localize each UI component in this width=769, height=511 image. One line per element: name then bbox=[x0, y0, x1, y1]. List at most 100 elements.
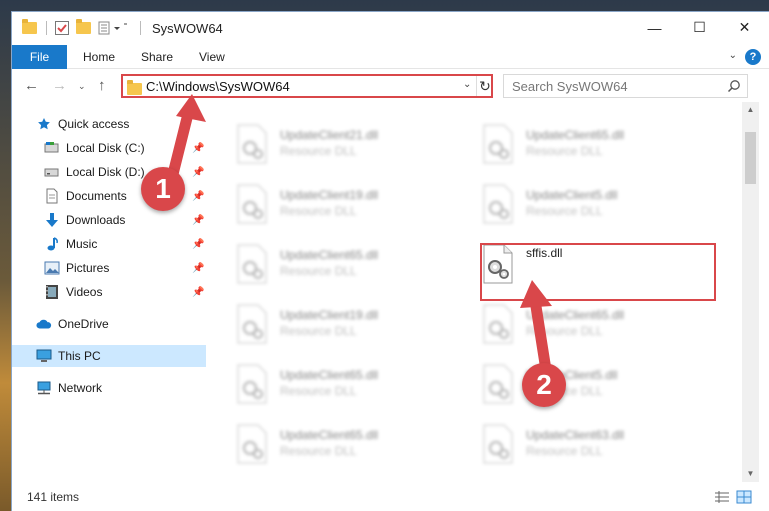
address-path[interactable]: C:\Windows\SysWOW64 bbox=[146, 79, 290, 94]
address-bar[interactable]: C:\Windows\SysWOW64 ⌄ ↻ bbox=[121, 74, 493, 98]
forward-arrow-icon[interactable]: → bbox=[52, 77, 67, 94]
expand-ribbon-icon[interactable]: ⌄ bbox=[729, 50, 737, 61]
pin-icon[interactable]: 📌 bbox=[192, 287, 204, 298]
sidebar-item-music[interactable]: Music 📌 bbox=[12, 233, 206, 255]
file-name: UpdateClient65.dll bbox=[280, 428, 379, 442]
item-count: 141 items bbox=[27, 490, 80, 504]
sidebar-item-label: Music bbox=[66, 237, 98, 251]
network-icon bbox=[36, 380, 52, 396]
pin-icon[interactable]: 📌 bbox=[192, 191, 204, 202]
sidebar-item-label: Videos bbox=[66, 285, 103, 299]
help-icon[interactable]: ? bbox=[745, 49, 761, 65]
dll-file-icon bbox=[483, 184, 513, 224]
up-arrow-icon[interactable]: ↑ bbox=[98, 77, 106, 94]
file-item[interactable]: UpdateClient63.dll Resource DLL bbox=[452, 412, 692, 468]
recent-locations-chevron-icon[interactable]: ⌄ bbox=[78, 81, 86, 92]
properties-icon[interactable] bbox=[54, 19, 70, 37]
search-input[interactable]: Search SysWOW64 bbox=[503, 74, 748, 98]
pin-icon[interactable]: 📌 bbox=[192, 263, 204, 274]
dll-file-icon bbox=[237, 244, 267, 284]
file-item[interactable]: UpdateClient5.dll Resource DLL bbox=[452, 172, 692, 228]
large-icons-view-icon[interactable] bbox=[736, 490, 752, 504]
file-type: Resource DLL bbox=[280, 144, 357, 158]
sidebar-item-pictures[interactable]: Pictures 📌 bbox=[12, 257, 206, 279]
pin-icon[interactable]: 📌 bbox=[192, 239, 204, 250]
file-name: UpdateClient19.dll bbox=[280, 188, 379, 202]
download-icon bbox=[44, 212, 60, 228]
file-item[interactable]: UpdateClient19.dll Resource DLL bbox=[206, 172, 446, 228]
details-view-icon[interactable] bbox=[714, 490, 730, 504]
sidebar-item-label: OneDrive bbox=[58, 317, 109, 331]
file-type: Resource DLL bbox=[526, 324, 603, 338]
dll-file-icon bbox=[483, 424, 513, 464]
back-arrow-icon[interactable]: ← bbox=[24, 77, 39, 94]
sidebar-item-network[interactable]: Network bbox=[12, 377, 206, 399]
drive-icon bbox=[44, 164, 60, 180]
pin-icon[interactable]: 📌 bbox=[192, 215, 204, 226]
separator bbox=[46, 19, 47, 37]
new-folder-icon[interactable] bbox=[76, 19, 91, 37]
dll-file-icon bbox=[483, 124, 513, 164]
dll-file-icon bbox=[483, 364, 513, 404]
file-name: UpdateClient21.dll bbox=[280, 128, 379, 142]
sidebar-item-this-pc[interactable]: This PC bbox=[12, 345, 206, 367]
explorer-window: SysWOW64 — ☐ ✕ File Home Share View ⌄ ? … bbox=[12, 12, 769, 511]
tab-home[interactable]: Home bbox=[73, 45, 125, 69]
sidebar-item-quick-access[interactable]: Quick access bbox=[12, 113, 206, 135]
sidebar-item-label: Local Disk (C:) bbox=[66, 141, 145, 155]
file-item[interactable]: UpdateClient5.dll Resource DLL bbox=[452, 352, 692, 408]
pin-icon[interactable]: 📌 bbox=[192, 167, 204, 178]
file-item[interactable]: UpdateClient21.dll Resource DLL bbox=[206, 112, 446, 168]
file-type: Resource DLL bbox=[280, 204, 357, 218]
file-type: Resource DLL bbox=[280, 264, 357, 278]
refresh-icon[interactable]: ↻ bbox=[476, 76, 493, 96]
file-name: UpdateClient65.dll bbox=[526, 128, 625, 142]
sidebar-item-downloads[interactable]: Downloads 📌 bbox=[12, 209, 206, 231]
navigation-pane: Quick access Local Disk (C:) 📌 Local Dis… bbox=[12, 102, 206, 482]
folder-icon bbox=[127, 80, 142, 95]
close-button[interactable]: ✕ bbox=[722, 12, 767, 43]
address-dropdown-icon[interactable]: ⌄ bbox=[463, 79, 471, 90]
customize-toolbar-icon[interactable] bbox=[98, 19, 128, 37]
sidebar-item-local-disk-c[interactable]: Local Disk (C:) 📌 bbox=[12, 137, 206, 159]
file-item[interactable]: UpdateClient65.dll Resource DLL bbox=[206, 352, 446, 408]
vertical-scrollbar[interactable]: ▲ ▼ bbox=[742, 102, 759, 482]
dll-file-icon bbox=[237, 124, 267, 164]
file-type: Resource DLL bbox=[526, 144, 603, 158]
file-item[interactable]: UpdateClient65.dll Resource DLL bbox=[206, 232, 446, 288]
step-2-badge: 2 bbox=[522, 363, 566, 407]
sidebar-item-onedrive[interactable]: OneDrive bbox=[12, 313, 206, 335]
quick-access-folder-icon[interactable] bbox=[22, 19, 37, 37]
search-placeholder: Search SysWOW64 bbox=[512, 79, 628, 94]
file-list: UpdateClient21.dll Resource DLL UpdateCl… bbox=[206, 102, 742, 482]
document-icon bbox=[44, 188, 60, 204]
dll-file-icon bbox=[237, 304, 267, 344]
search-icon[interactable] bbox=[727, 79, 741, 93]
file-type: Resource DLL bbox=[280, 324, 357, 338]
dll-file-icon bbox=[237, 424, 267, 464]
file-item[interactable]: UpdateClient19.dll Resource DLL bbox=[206, 292, 446, 348]
status-bar: 141 items bbox=[12, 482, 769, 511]
separator bbox=[140, 19, 141, 37]
minimize-button[interactable]: — bbox=[632, 12, 677, 43]
dll-file-icon bbox=[237, 184, 267, 224]
cloud-icon bbox=[36, 316, 52, 332]
scrollbar-thumb[interactable] bbox=[745, 132, 756, 184]
scroll-up-icon[interactable]: ▲ bbox=[742, 102, 759, 118]
sidebar-item-videos[interactable]: Videos 📌 bbox=[12, 281, 206, 303]
window-title: SysWOW64 bbox=[152, 21, 223, 36]
tab-share[interactable]: Share bbox=[131, 45, 183, 69]
file-type: Resource DLL bbox=[280, 444, 357, 458]
maximize-button[interactable]: ☐ bbox=[677, 12, 722, 43]
file-item[interactable]: UpdateClient65.dll Resource DLL bbox=[452, 112, 692, 168]
scroll-down-icon[interactable]: ▼ bbox=[742, 466, 759, 482]
pin-icon[interactable]: 📌 bbox=[192, 143, 204, 154]
tab-file[interactable]: File bbox=[12, 45, 67, 69]
sidebar-item-label: Network bbox=[58, 381, 103, 395]
sidebar-item-label: This PC bbox=[58, 349, 101, 363]
file-item[interactable]: UpdateClient65.dll Resource DLL bbox=[206, 412, 446, 468]
file-name: UpdateClient63.dll bbox=[526, 428, 625, 442]
tab-view[interactable]: View bbox=[189, 45, 235, 69]
sidebar-item-label: Pictures bbox=[66, 261, 110, 275]
video-icon bbox=[44, 284, 60, 300]
